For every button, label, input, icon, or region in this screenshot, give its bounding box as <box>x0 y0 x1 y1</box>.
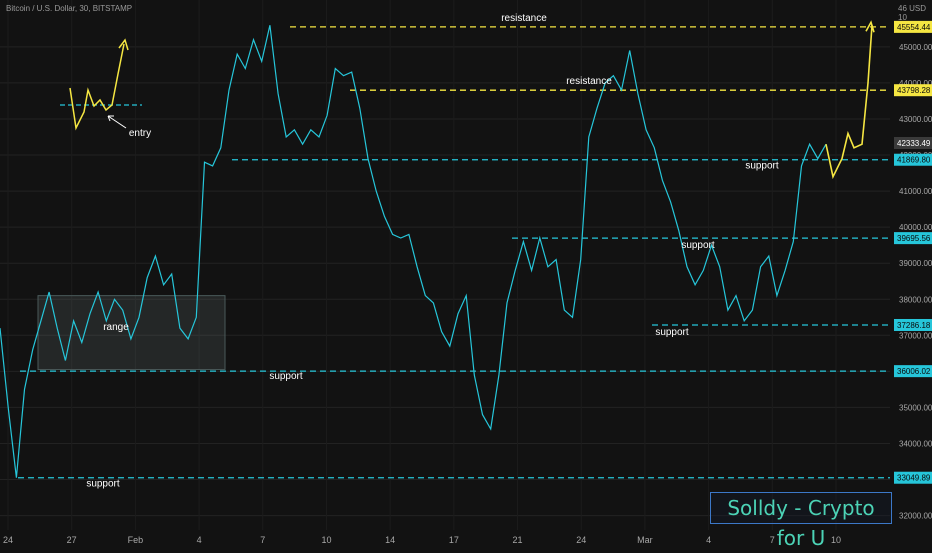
x-tick-label: 10 <box>831 535 841 545</box>
watermark: Solldy - Crypto for U <box>710 492 892 550</box>
support-label: support <box>681 240 715 251</box>
x-tick-label: 4 <box>706 535 711 545</box>
resistance-label: resistance <box>501 13 547 24</box>
resistance-label: resistance <box>566 76 612 87</box>
price-tag-label: 45554.44 <box>897 23 931 32</box>
y-tick-label: 35000.00 <box>899 403 932 412</box>
price-tag-label: 43798.28 <box>897 86 931 95</box>
y-tick-label: 37000.00 <box>899 331 932 340</box>
x-tick-label: 24 <box>576 535 586 545</box>
price-tag-label: 41869.80 <box>897 156 931 165</box>
entry-pointer <box>107 115 127 129</box>
entry-schematic <box>60 38 142 131</box>
x-tick-label: 7 <box>260 535 265 545</box>
y-tick-label: 40000.00 <box>899 223 932 232</box>
price-tag-label: 33049.89 <box>897 474 931 483</box>
x-tick-label: 10 <box>321 535 331 545</box>
price-tag-label: 36006.02 <box>897 367 931 376</box>
support-label: support <box>745 161 779 172</box>
x-tick-label: 7 <box>770 535 775 545</box>
y-tick-label: 43000.00 <box>899 115 932 124</box>
support-label: support <box>269 371 303 382</box>
entry-label: entry <box>129 128 151 139</box>
price-tag-label: 37286.18 <box>897 321 931 330</box>
price-line <box>0 25 827 478</box>
projection-line <box>825 25 873 180</box>
x-tick-label: Mar <box>637 535 653 545</box>
y-axis: 32000.0033000.0034000.0035000.0036000.00… <box>899 43 932 521</box>
x-tick-label: 14 <box>385 535 395 545</box>
y-tick-label: 39000.00 <box>899 259 932 268</box>
price-tag-label: 39695.56 <box>897 234 931 243</box>
support-label: support <box>86 479 120 490</box>
x-tick-label: 27 <box>67 535 77 545</box>
schematic-path <box>69 43 125 131</box>
x-tick-label: 24 <box>3 535 13 545</box>
y-tick-label: 45000.00 <box>899 43 932 52</box>
grid <box>0 0 890 530</box>
range-label: range <box>103 322 129 333</box>
x-tick-label: 21 <box>513 535 523 545</box>
x-axis: 24 27 Feb 4 7 10 14 17 21 24 Mar 4 7 10 <box>3 535 841 545</box>
support-label: support <box>655 327 689 338</box>
chart-title: Bitcoin / U.S. Dollar, 30, BITSTAMP <box>6 4 133 13</box>
price-tags: 45554.44 43798.28 42333.49 41869.80 39695.56… <box>894 20 932 484</box>
x-tick-label: 17 <box>449 535 459 545</box>
unit-label: 46 USD 10 <box>898 4 927 22</box>
annotations: resistance resistance support support suppor… <box>86 13 875 490</box>
x-tick-label: Feb <box>128 535 144 545</box>
price-tag-label: 42333.49 <box>897 139 931 148</box>
y-tick-label: 34000.00 <box>899 439 932 448</box>
y-tick-label: 41000.00 <box>899 187 932 196</box>
x-tick-label: 4 <box>197 535 202 545</box>
y-tick-label: 38000.00 <box>899 295 932 304</box>
y-tick-label: 32000.00 <box>899 512 932 521</box>
price-chart: 32000.0033000.0034000.0035000.0036000.00… <box>0 0 932 545</box>
